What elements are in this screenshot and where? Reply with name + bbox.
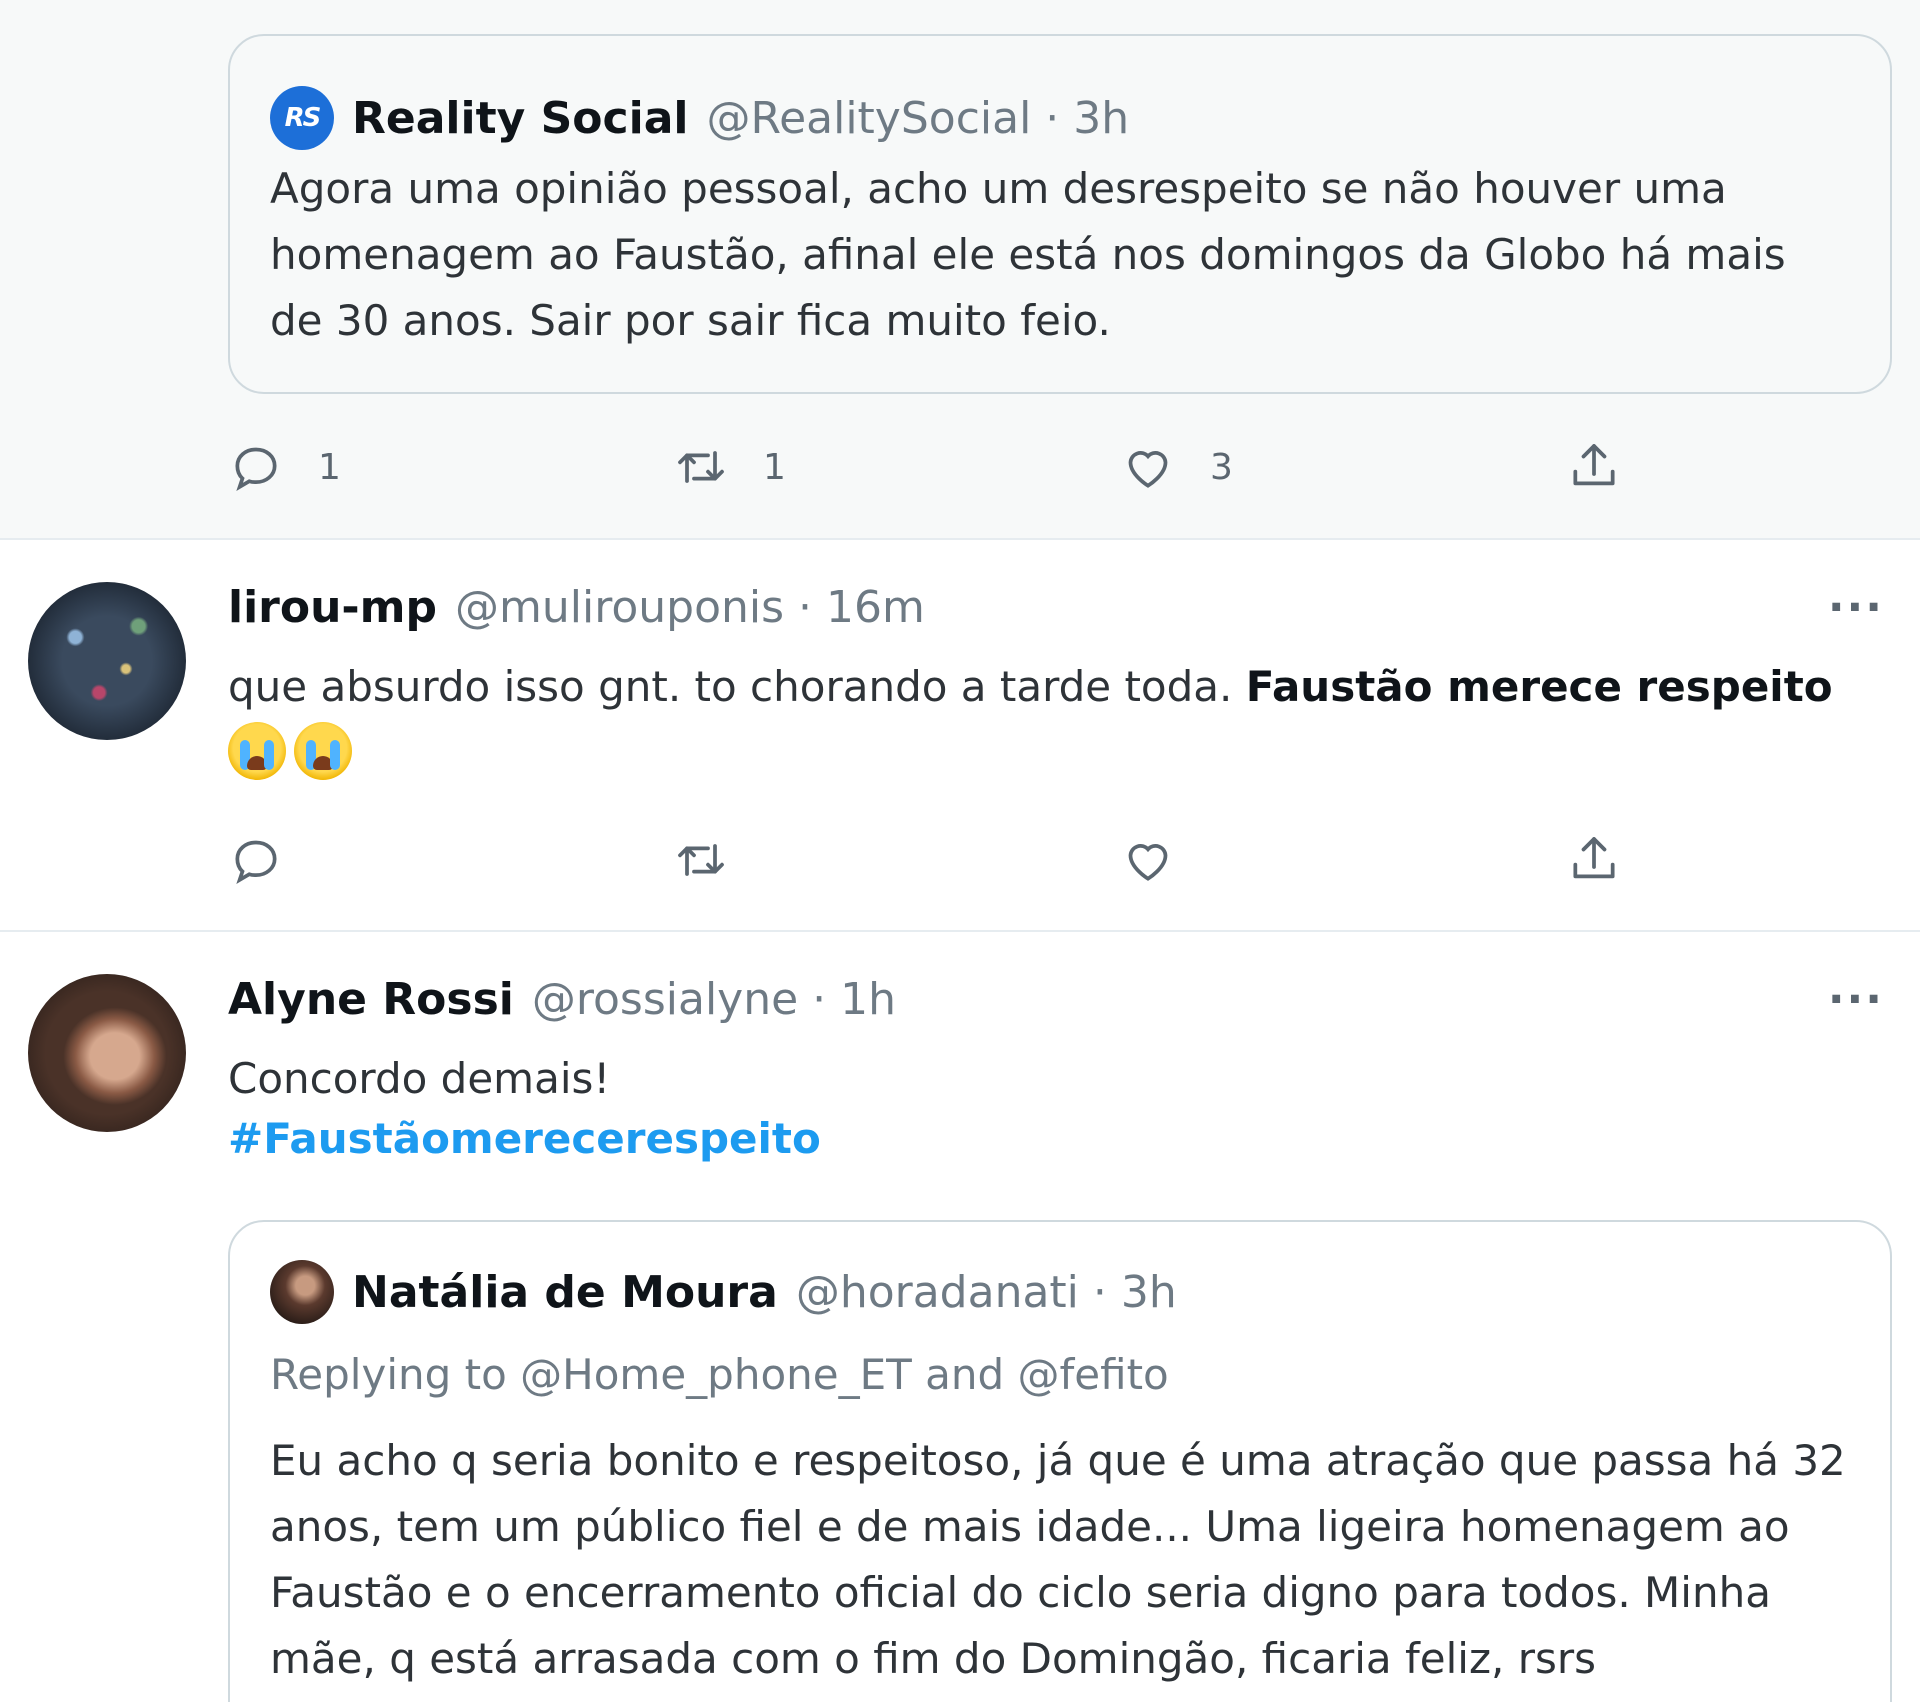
author-name[interactable]: Reality Social — [352, 93, 688, 144]
author-name[interactable]: Alyne Rossi — [228, 974, 514, 1025]
quoted-tweet-text: Agora uma opinião pessoal, acho um desre… — [270, 164, 1786, 345]
quoted-tweet-card[interactable]: RS Reality Social @RealitySocial · 3h Ag… — [228, 34, 1892, 394]
tweet-with-quote: RS Reality Social @RealitySocial · 3h Ag… — [0, 0, 1920, 540]
timeline: RS Reality Social @RealitySocial · 3h Ag… — [0, 0, 1920, 1702]
emoji-row — [228, 722, 352, 780]
avatar-logo-text: RS — [284, 103, 322, 133]
author-name[interactable]: Natália de Moura — [352, 1267, 778, 1318]
avatar[interactable] — [270, 1260, 334, 1324]
tweet-text-plain: que absurdo isso gnt. to chorando a tard… — [228, 662, 1246, 711]
quoted-tweet-header: RS Reality Social @RealitySocial · 3h — [270, 86, 1129, 150]
retweet-button[interactable]: 1 — [673, 432, 786, 502]
reply-icon — [235, 840, 277, 884]
avatar[interactable] — [28, 582, 186, 740]
tweet-text: que absurdo isso gnt. to chorando a tard… — [228, 652, 1888, 722]
more-options-icon[interactable]: ··· — [1828, 582, 1884, 633]
retweet-icon — [678, 451, 724, 483]
avatar[interactable] — [28, 974, 186, 1132]
retweet-count: 1 — [763, 446, 786, 488]
avatar[interactable]: RS — [270, 86, 334, 150]
author-handle-time: @rossialyne · 1h — [531, 974, 897, 1025]
tweet-actions: 1 1 3 — [228, 432, 1648, 502]
reply-button[interactable] — [228, 825, 284, 895]
quoted-tweet-card[interactable]: Natália de Moura @horadanati · 3h Replyi… — [228, 1220, 1892, 1702]
author-handle-time: @horadanati · 3h — [795, 1266, 1177, 1318]
hashtag-link[interactable]: #Faustãomerecerespeito — [228, 1114, 821, 1163]
loudly-crying-face-icon — [294, 722, 352, 780]
tweet-actions — [228, 825, 1648, 895]
quoted-tweet-text: Eu acho q seria bonito e respeitoso, já … — [270, 1436, 1846, 1683]
tweet-header: Alyne Rossi @rossialyne · 1h — [228, 974, 896, 1025]
like-count: 3 — [1210, 446, 1233, 488]
tweet-text-bold: Faustão merece respeito — [1245, 662, 1833, 711]
heart-icon — [1128, 451, 1168, 488]
tweet-header: lirou-mp @mulirouponis · 16m — [228, 582, 925, 633]
more-options-icon[interactable]: ··· — [1828, 974, 1884, 1025]
reply-icon — [235, 447, 277, 491]
heart-icon — [1128, 844, 1168, 881]
author-handle-time: @mulirouponis · 16m — [455, 582, 925, 633]
author-name[interactable]: lirou-mp — [228, 582, 437, 633]
retweet-icon — [678, 844, 724, 876]
share-button[interactable] — [1566, 432, 1622, 502]
share-icon — [1573, 837, 1615, 879]
replying-to-label: Replying to @Home_phone_ET and @fefito — [270, 1350, 1169, 1399]
like-button[interactable]: 3 — [1120, 432, 1233, 502]
quoted-tweet-header: Natália de Moura @horadanati · 3h — [270, 1260, 1177, 1324]
share-button[interactable] — [1566, 825, 1622, 895]
reply-count: 1 — [318, 446, 341, 488]
reply-button[interactable]: 1 — [228, 432, 341, 502]
author-handle-time: @RealitySocial · 3h — [706, 92, 1130, 144]
retweet-button[interactable] — [673, 825, 729, 895]
tweet-text: Concordo demais! — [228, 1054, 611, 1103]
share-icon — [1573, 444, 1615, 486]
loudly-crying-face-icon — [228, 722, 286, 780]
tweet[interactable]: lirou-mp @mulirouponis · 16m ··· que abs… — [0, 542, 1920, 932]
like-button[interactable] — [1120, 825, 1176, 895]
